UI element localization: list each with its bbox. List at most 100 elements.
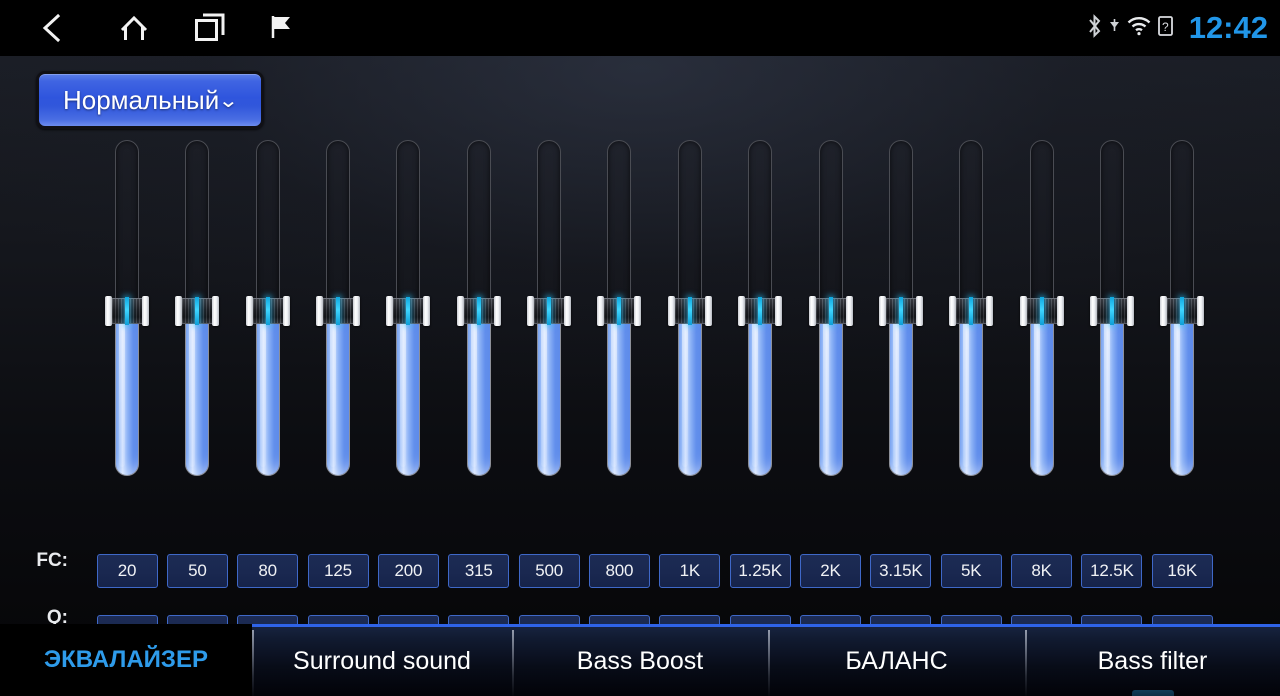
slider-fill [115,311,139,476]
band-slider[interactable] [316,140,361,476]
band-slider[interactable] [1160,140,1205,476]
slider-thumb-grip [604,298,635,324]
slider-thumb[interactable] [1089,296,1134,326]
band-slider[interactable] [1089,140,1134,476]
tab-equalizer[interactable]: ЭКВАЛАЙЗЕР [0,624,252,696]
slider-thumb-grip [885,298,916,324]
fc-value-box[interactable]: 16K [1151,554,1213,588]
slider-fill [466,311,491,476]
slider-thumb[interactable] [245,296,290,326]
fc-value-box[interactable]: 5K [940,554,1002,588]
fc-value-box[interactable]: 20 [96,554,158,588]
slider-thumb[interactable] [175,296,220,326]
slider-thumb[interactable] [527,296,572,326]
slider-fill [677,311,702,476]
fc-value-box[interactable]: 125 [307,554,369,588]
slider-thumb-cap-right [142,296,149,326]
fc-value-box[interactable]: 3.15K [870,554,932,588]
slider-thumb[interactable] [949,296,994,326]
slider-fill [818,311,843,476]
slider-thumb-cap-left [105,296,112,326]
band-slider[interactable] [878,140,923,476]
slider-thumb[interactable] [878,296,923,326]
slider-thumb-cap-right [1197,296,1205,326]
slider-fill [1029,311,1054,476]
slider-thumb-cap-right [845,296,853,326]
band-slider[interactable] [175,140,220,476]
fc-value-box[interactable]: 500 [518,554,580,588]
slider-thumb-cap-left [949,296,957,326]
band-slider[interactable] [245,140,290,476]
tab-surround-sound[interactable]: Surround sound [252,624,512,696]
slider-fill [255,311,280,476]
fc-value-box[interactable]: 12.5K [1081,554,1143,588]
slider-thumb-grip [1167,298,1198,324]
slider-thumb[interactable] [386,296,431,326]
band-slider[interactable] [949,140,994,476]
band-slider[interactable] [597,140,642,476]
tab-label: Bass Boost [576,647,704,675]
slider-thumb[interactable] [1019,296,1064,326]
band-slider[interactable] [808,140,853,476]
status-bar: ? 12:42 [0,0,1280,56]
slider-fill [748,311,773,476]
bottom-tab-bar: ЭКВАЛАЙЗЕР Surround sound Bass Boost БАЛАНС… [0,624,1280,696]
slider-thumb-cap-right [986,296,994,326]
band-slider[interactable] [386,140,431,476]
tab-overflow-glyph [1131,690,1174,696]
band-slider[interactable] [738,140,783,476]
band-slider[interactable] [1019,140,1064,476]
tab-balance[interactable]: БАЛАНС [768,624,1025,696]
slider-thumb-cap-left [316,296,324,326]
slider-thumb[interactable] [105,296,149,326]
slider-thumb-cap-left [1019,296,1027,326]
slider-thumb-grip [1096,298,1127,324]
signal-icon [1109,15,1120,42]
fc-value-box[interactable]: 315 [448,554,510,588]
slider-thumb[interactable] [316,296,361,326]
fc-row-label: FC: [36,550,68,571]
slider-thumb[interactable] [808,296,853,326]
slider-thumb-cap-left [527,296,535,326]
tab-label: Bass filter [1097,647,1208,675]
fc-value-box[interactable]: 8K [1011,554,1073,588]
slider-thumb-cap-left [808,296,816,326]
band-slider[interactable] [527,140,572,476]
slider-thumb-cap-right [704,296,712,326]
flag-icon[interactable] [258,0,306,56]
slider-thumb-cap-right [212,296,220,326]
fc-value-box[interactable]: 80 [237,554,299,588]
band-slider[interactable] [667,140,712,476]
band-slider[interactable] [456,140,501,476]
slider-thumb-cap-right [1056,296,1064,326]
fc-value-box[interactable]: 800 [588,554,650,588]
slider-fill [607,311,632,476]
slider-fill [959,311,984,476]
slider-thumb[interactable] [1160,296,1205,326]
slider-thumb-cap-left [878,296,886,326]
fc-value-box[interactable]: 200 [377,554,439,588]
slider-thumb-cap-right [775,296,783,326]
slider-thumb-cap-right [1126,296,1134,326]
fc-value-box[interactable]: 2K [800,554,861,588]
fc-value-box[interactable]: 1.25K [729,554,791,588]
slider-bank [0,56,1280,476]
sim-unknown-icon: ? [1157,15,1173,42]
slider-thumb[interactable] [667,296,712,326]
slider-thumb-grip [323,298,354,324]
tab-bass-filter[interactable]: Bass filter [1025,624,1280,696]
fc-value-box[interactable]: 50 [166,554,228,588]
home-icon[interactable] [108,0,160,56]
slider-thumb[interactable] [456,296,501,326]
fc-value-box[interactable]: 1K [659,554,721,588]
slider-thumb-cap-left [456,296,464,326]
band-slider[interactable] [105,140,149,476]
back-icon[interactable] [26,0,78,56]
recent-apps-icon[interactable] [184,0,236,56]
tab-bass-boost[interactable]: Bass Boost [512,624,768,696]
slider-fill [1099,311,1124,476]
slider-thumb[interactable] [738,296,783,326]
equalizer-screen: ? 12:42 Нормальный ⌄ FC: Q: 202,2502,280… [0,0,1280,696]
slider-thumb-cap-left [1089,296,1097,326]
slider-thumb[interactable] [597,296,642,326]
